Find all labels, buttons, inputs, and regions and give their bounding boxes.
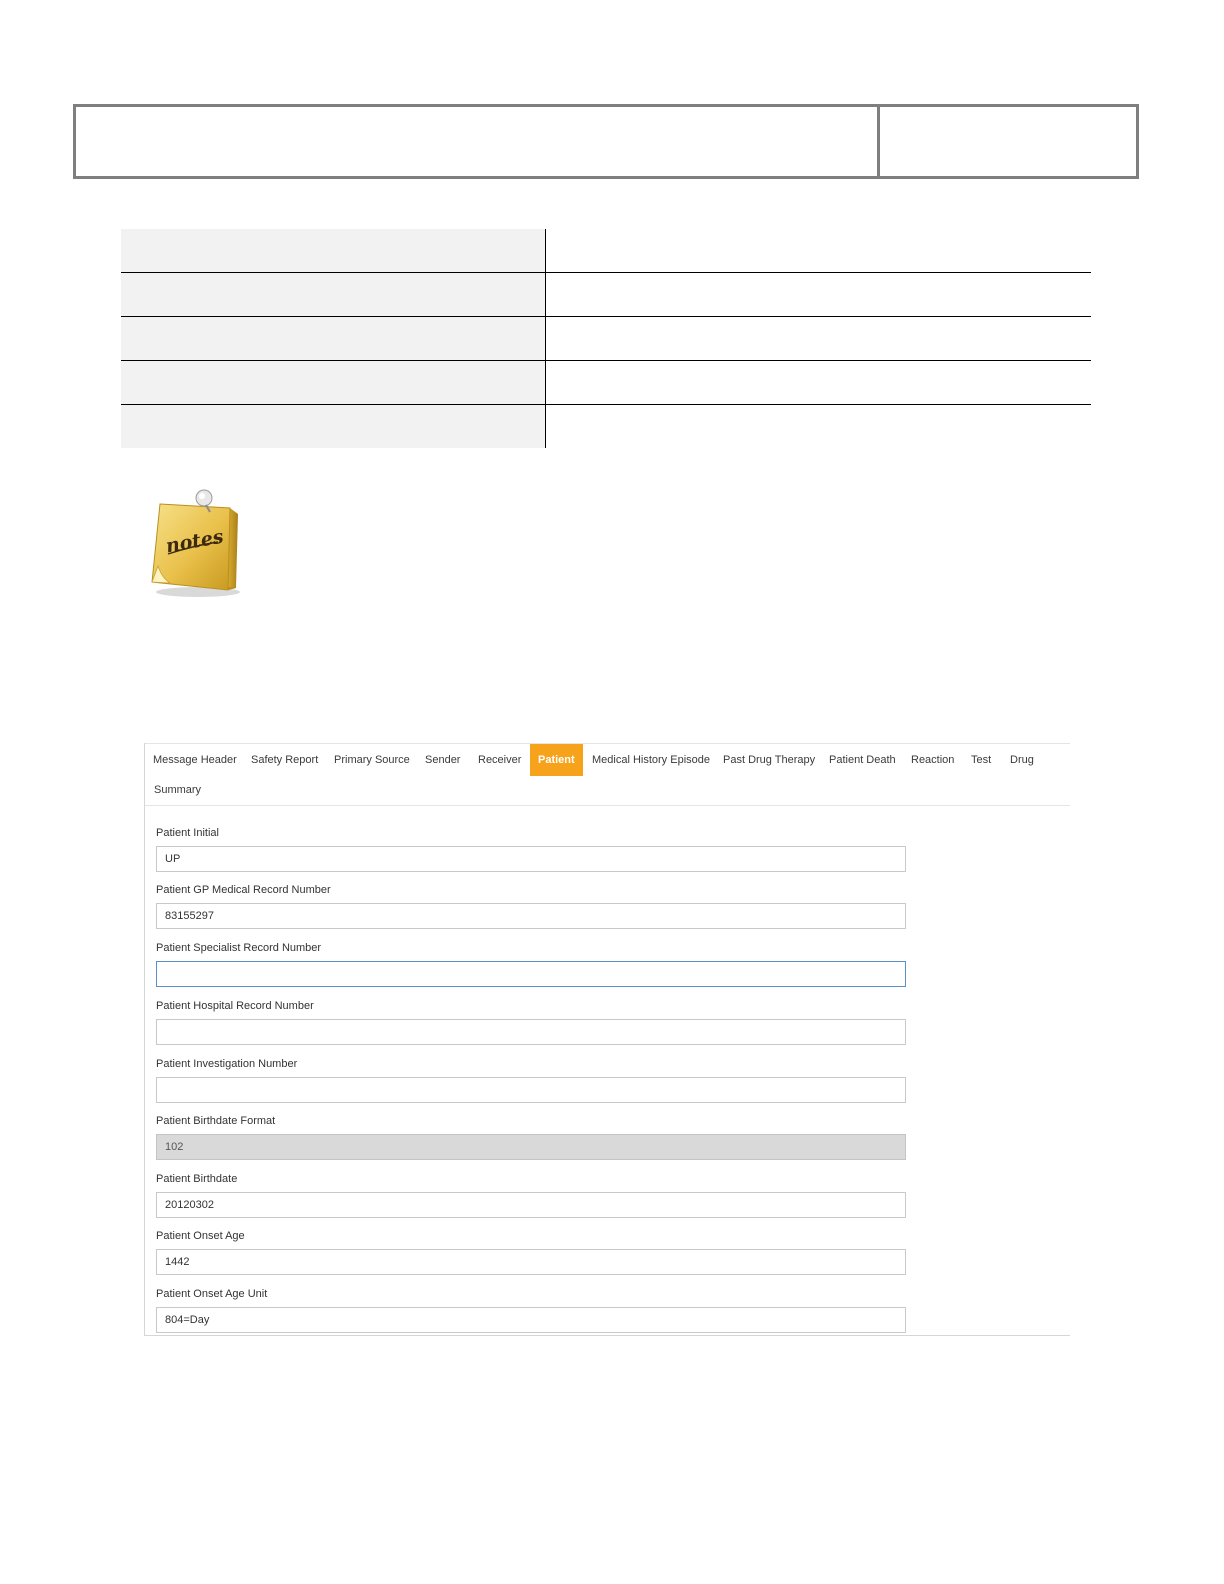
tab-safety-report[interactable]: Safety Report — [251, 744, 318, 776]
document-header-id-cell — [880, 107, 1136, 176]
tab-primary-source[interactable]: Primary Source — [334, 744, 410, 776]
info-table-row — [121, 272, 1091, 317]
patient-birthdate-format-label: Patient Birthdate Format — [156, 1115, 276, 1127]
notes-icon: notes — [148, 488, 244, 600]
document-header-box — [73, 104, 1139, 179]
info-label-cell — [121, 229, 546, 273]
info-table-row — [121, 229, 1091, 273]
patient-initial-label: Patient Initial — [156, 827, 219, 839]
info-label-cell — [121, 360, 546, 405]
patient-investigation-number-input[interactable] — [156, 1077, 906, 1103]
tab-drug[interactable]: Drug — [1010, 744, 1034, 776]
patient-hospital-record-label: Patient Hospital Record Number — [156, 1000, 314, 1012]
document-info-table — [121, 229, 1091, 448]
tab-bar: Message Header Safety Report Primary Sou… — [145, 743, 1070, 806]
tab-past-drug-therapy[interactable]: Past Drug Therapy — [723, 744, 815, 776]
tab-message-header[interactable]: Message Header — [153, 744, 237, 776]
info-table-row — [121, 316, 1091, 361]
patient-gp-record-input[interactable] — [156, 903, 906, 929]
tab-patient-death[interactable]: Patient Death — [829, 744, 896, 776]
info-value-cell — [545, 272, 1091, 317]
patient-initial-input[interactable] — [156, 846, 906, 872]
patient-birthdate-format-input — [156, 1134, 906, 1160]
patient-specialist-record-label: Patient Specialist Record Number — [156, 942, 322, 954]
info-value-cell — [545, 404, 1091, 448]
patient-onset-age-input[interactable] — [156, 1249, 906, 1275]
patient-birthdate-input[interactable] — [156, 1192, 906, 1218]
tab-sender[interactable]: Sender — [425, 744, 460, 776]
tab-test[interactable]: Test — [971, 744, 991, 776]
info-table-row — [121, 404, 1091, 448]
tab-medical-history-episode[interactable]: Medical History Episode — [592, 744, 710, 776]
tab-receiver[interactable]: Receiver — [478, 744, 521, 776]
tab-reaction[interactable]: Reaction — [911, 744, 954, 776]
document-header-title-cell — [76, 107, 880, 176]
info-value-cell — [545, 360, 1091, 405]
tab-patient[interactable]: Patient — [530, 744, 583, 776]
patient-investigation-number-label: Patient Investigation Number — [156, 1058, 298, 1070]
patient-onset-age-unit-input[interactable] — [156, 1307, 906, 1333]
patient-form-panel: Message Header Safety Report Primary Sou… — [144, 743, 1070, 1336]
info-value-cell — [545, 316, 1091, 361]
patient-onset-age-unit-label: Patient Onset Age Unit — [156, 1288, 268, 1300]
info-value-cell — [546, 229, 1092, 273]
info-table-row — [121, 360, 1091, 405]
patient-gp-record-label: Patient GP Medical Record Number — [156, 884, 331, 896]
info-label-cell — [121, 272, 546, 317]
patient-specialist-record-input[interactable] — [156, 961, 906, 987]
patient-onset-age-label: Patient Onset Age — [156, 1230, 245, 1242]
info-label-cell — [121, 404, 546, 448]
patient-birthdate-label: Patient Birthdate — [156, 1173, 238, 1185]
info-label-cell — [121, 316, 546, 361]
patient-hospital-record-input[interactable] — [156, 1019, 906, 1045]
tab-summary[interactable]: Summary — [154, 774, 201, 806]
